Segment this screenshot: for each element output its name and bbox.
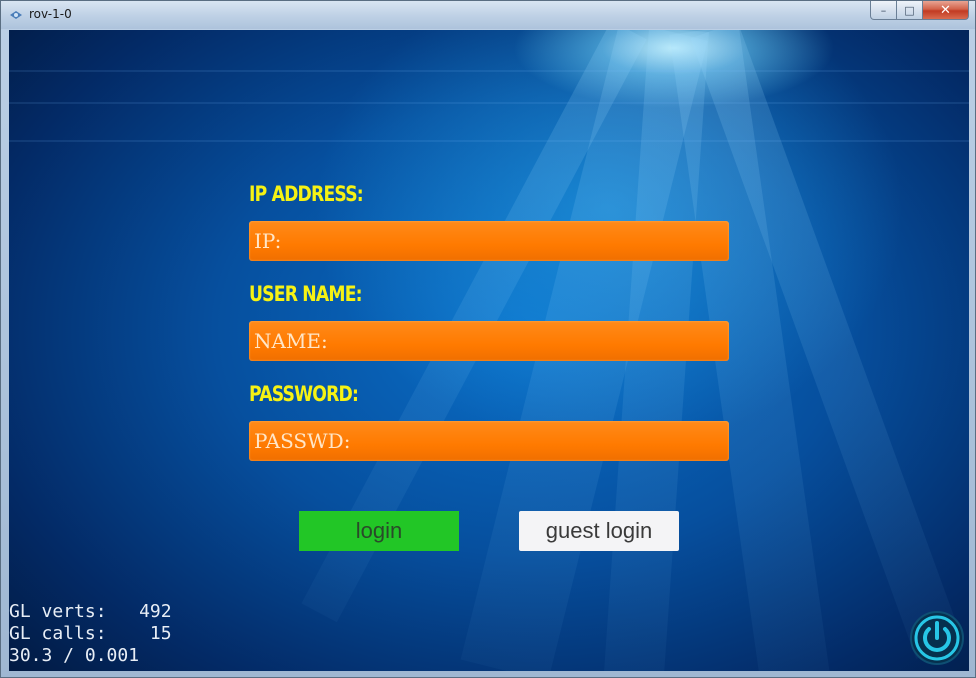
login-button[interactable]: login xyxy=(299,511,459,551)
fps-readout: 30.3 / 0.001 xyxy=(9,645,140,666)
surface-ripple xyxy=(9,70,969,72)
window-controls: – □ ✕ xyxy=(870,1,969,21)
gl-verts-label: GL verts: xyxy=(9,601,107,622)
user-name-input[interactable] xyxy=(249,321,729,361)
title-bar[interactable]: rov-1-0 – □ ✕ xyxy=(1,1,975,29)
close-button[interactable]: ✕ xyxy=(923,1,969,20)
password-input[interactable] xyxy=(249,421,729,461)
underwater-background: IP ADDRESS: USER NAME: PASSWORD: login g… xyxy=(9,30,969,671)
gl-stats-overlay: GL verts: 492 GL calls: 15 30.3 / 0.001 xyxy=(9,601,172,667)
window-title: rov-1-0 xyxy=(29,7,72,21)
password-label: PASSWORD: xyxy=(249,382,359,406)
app-window: rov-1-0 – □ ✕ IP ADDRESS: USER NAME: PAS… xyxy=(0,0,976,678)
gl-verts-value: 492 xyxy=(139,601,172,622)
guest-login-button[interactable]: guest login xyxy=(519,511,679,551)
ip-address-input[interactable] xyxy=(249,221,729,261)
surface-ripple xyxy=(9,102,969,104)
app-icon xyxy=(10,11,22,19)
power-icon[interactable] xyxy=(909,610,965,666)
surface-ripple xyxy=(9,140,969,142)
user-name-label: USER NAME: xyxy=(249,282,363,306)
ip-address-label: IP ADDRESS: xyxy=(249,182,364,206)
gl-calls-label: GL calls: xyxy=(9,623,107,644)
maximize-button[interactable]: □ xyxy=(897,1,923,20)
gl-calls-value: 15 xyxy=(149,623,172,644)
minimize-button[interactable]: – xyxy=(870,1,897,20)
